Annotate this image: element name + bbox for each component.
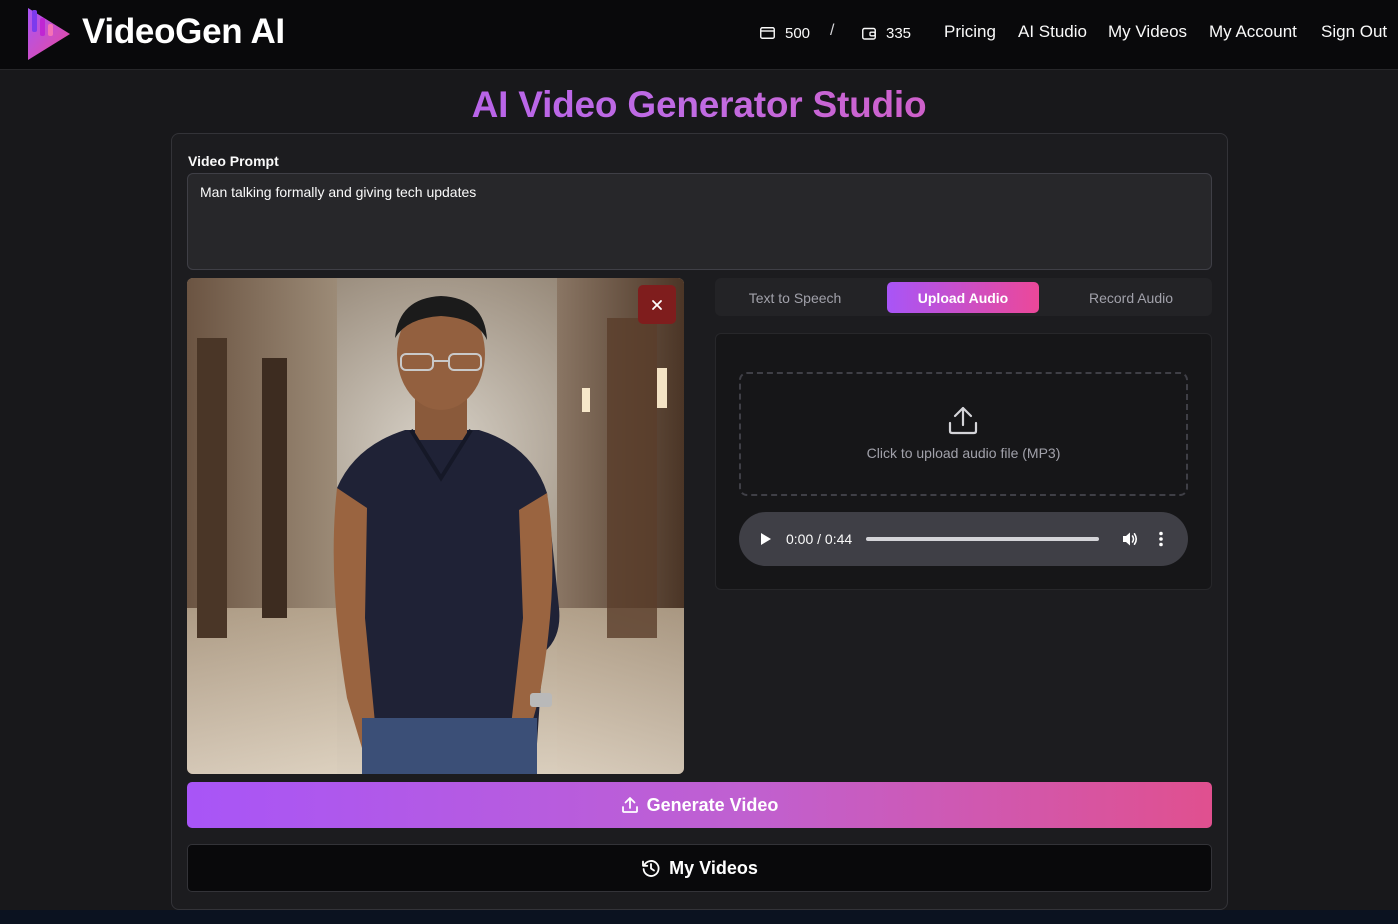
wallet-value: 335: [886, 24, 912, 42]
volume-icon[interactable]: [1121, 530, 1139, 548]
upload-icon: [621, 797, 638, 813]
nav-sign-out[interactable]: Sign Out: [1321, 22, 1387, 42]
portrait-image: [187, 278, 684, 774]
credits-balance: 500: [760, 23, 810, 43]
dropzone-label: Click to upload audio file (MP3): [866, 445, 1061, 461]
generate-video-button[interactable]: Generate Video: [187, 782, 1212, 828]
remove-image-button[interactable]: [638, 285, 676, 324]
video-prompt-textarea[interactable]: Man talking formally and giving tech upd…: [187, 173, 1212, 270]
my-videos-button[interactable]: My Videos: [187, 844, 1212, 892]
page-footer-strip: [0, 910, 1398, 924]
wallet-icon: [862, 27, 876, 40]
audio-time: 0:00 / 0:44: [786, 531, 853, 547]
tab-upload-audio[interactable]: Upload Audio: [887, 282, 1039, 313]
history-icon: [642, 860, 660, 877]
generate-video-label: Generate Video: [646, 794, 779, 815]
uploaded-image-preview: [187, 278, 684, 774]
my-videos-label: My Videos: [669, 857, 758, 878]
nav-pricing[interactable]: Pricing: [944, 22, 996, 42]
close-icon: [652, 299, 662, 310]
credits-value: 500: [785, 24, 811, 42]
audio-progress-track[interactable]: [866, 537, 1099, 541]
nav-my-account[interactable]: My Account: [1209, 22, 1297, 42]
play-icon[interactable]: [759, 531, 773, 547]
top-navbar: VideoGen AI 500 / 335 Pricing AI Studio …: [0, 0, 1398, 70]
prompt-label: Video Prompt: [188, 153, 279, 169]
nav-my-videos[interactable]: My Videos: [1108, 22, 1187, 42]
tab-record-audio[interactable]: Record Audio: [1055, 282, 1207, 313]
tab-text-to-speech[interactable]: Text to Speech: [719, 282, 871, 313]
card-icon: [760, 27, 775, 39]
nav-ai-studio[interactable]: AI Studio: [1018, 22, 1087, 42]
upload-icon: [948, 406, 978, 435]
audio-source-tabs: Text to Speech Upload Audio Record Audio: [715, 278, 1212, 316]
more-vertical-icon[interactable]: [1153, 530, 1169, 548]
wallet-balance: 335: [862, 23, 911, 43]
page-title: AI Video Generator Studio: [0, 84, 1398, 126]
credits-separator: /: [830, 22, 835, 39]
brand-name[interactable]: VideoGen AI: [82, 12, 285, 52]
logo-icon[interactable]: [20, 4, 72, 62]
